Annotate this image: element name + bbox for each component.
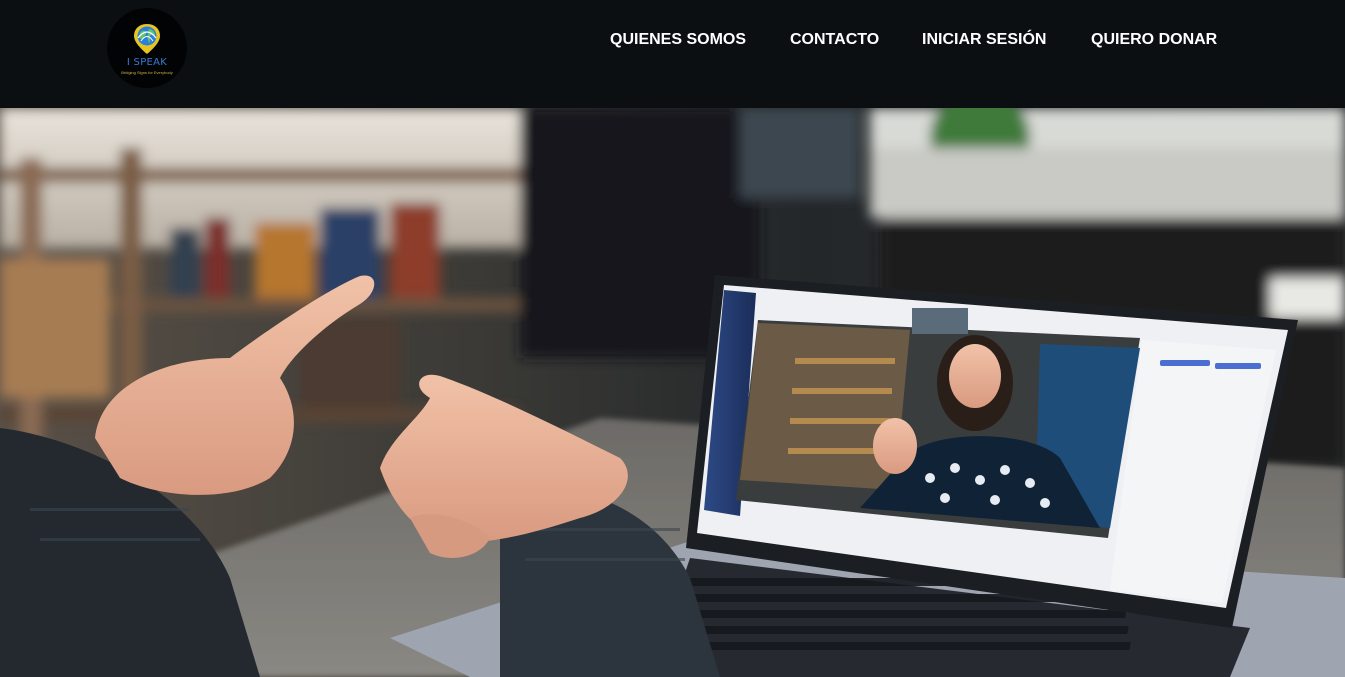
- site-header: I SPEAK Bridging Signs for Everybody QUI…: [0, 0, 1345, 108]
- nav-item-quienes-somos[interactable]: QUIENES SOMOS: [610, 31, 746, 49]
- hero-photo: [0, 108, 1345, 677]
- site-logo[interactable]: I SPEAK Bridging Signs for Everybody: [107, 8, 187, 88]
- nav-item-quiero-donar[interactable]: QUIERO DONAR: [1091, 31, 1217, 49]
- nav-item-contacto[interactable]: CONTACTO: [790, 31, 879, 49]
- nav-item-iniciar-sesion[interactable]: INICIAR SESIÓN: [922, 31, 1046, 49]
- logo-subtitle: Bridging Signs for Everybody: [121, 70, 173, 75]
- hero-image: [0, 108, 1345, 677]
- globe-pin-icon: [134, 24, 160, 54]
- logo-text: I SPEAK: [126, 57, 168, 68]
